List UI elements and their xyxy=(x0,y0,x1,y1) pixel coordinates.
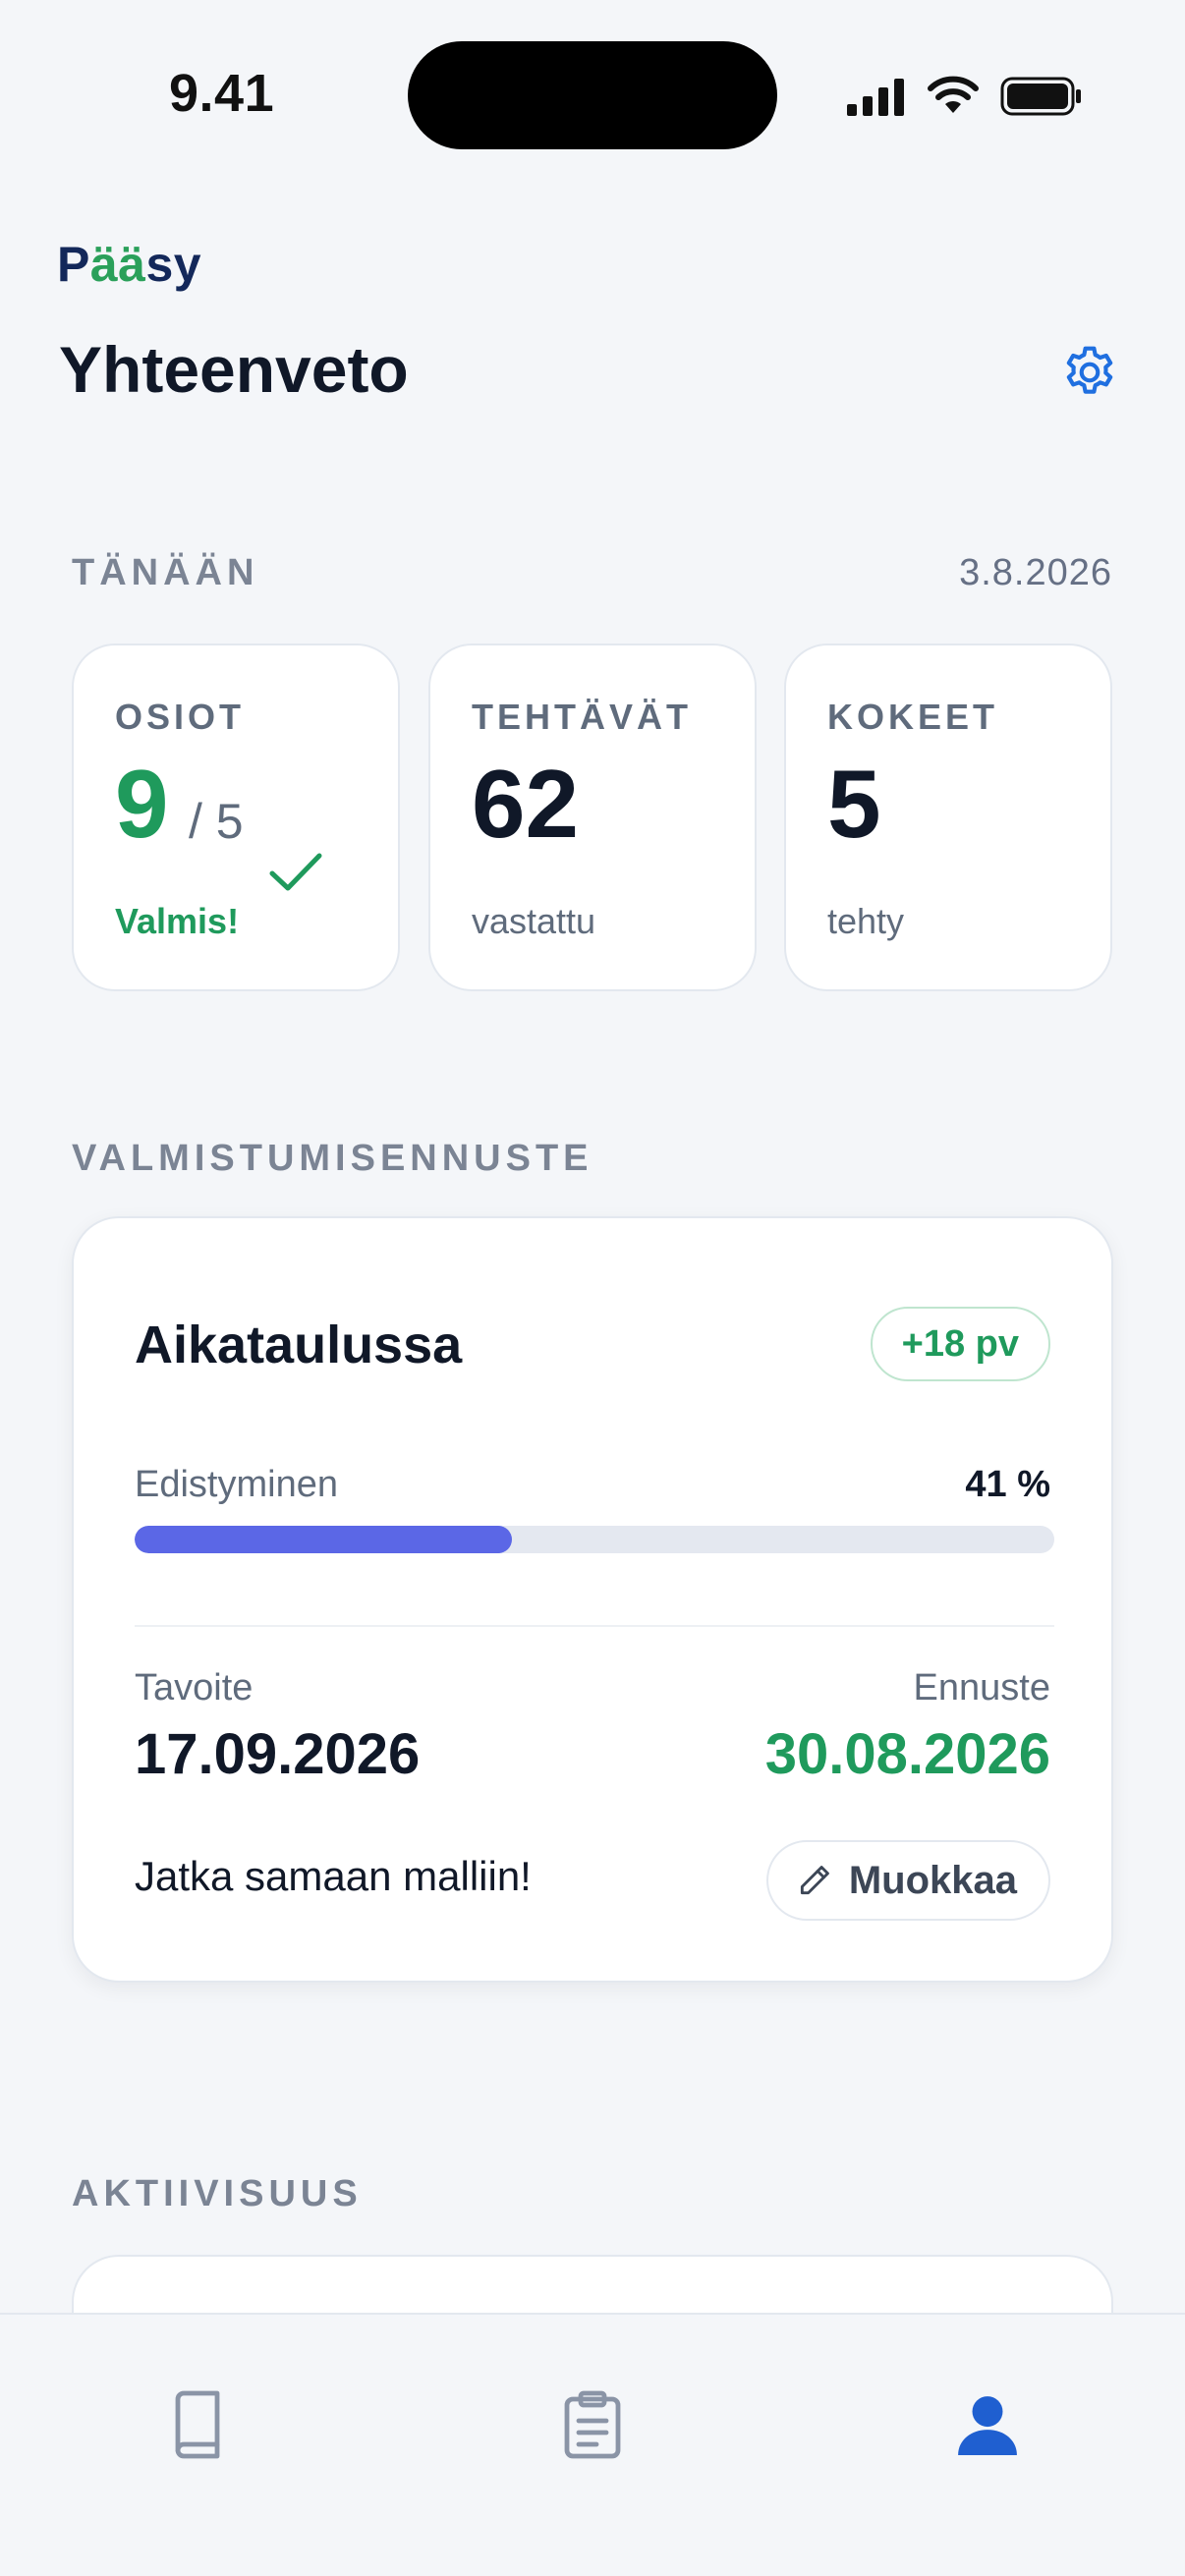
progress-value: 41 % xyxy=(965,1464,1050,1505)
section-label-activity: AKTIIVISUUS xyxy=(72,2173,363,2214)
stat-value: 62 xyxy=(472,750,580,858)
clipboard-icon xyxy=(564,2390,621,2459)
goal-label: Tavoite xyxy=(135,1667,254,1708)
tab-exams[interactable] xyxy=(534,2366,651,2484)
forecast-card: Aikataulussa +18 pv Edistyminen 41 % Tav… xyxy=(72,1216,1113,1983)
progress-bar-fill xyxy=(135,1526,512,1553)
today-date: 3.8.2026 xyxy=(959,552,1112,593)
forecast-date: 30.08.2026 xyxy=(764,1722,1050,1786)
screen: 9.41 Pääsy Yhteenveto TÄNÄÄN 3.8.2026 OS… xyxy=(0,0,1185,2576)
app-logo: Pääsy xyxy=(57,237,202,292)
stat-label: KOKEET xyxy=(827,697,999,737)
divider xyxy=(135,1625,1054,1627)
tab-profile[interactable] xyxy=(929,2366,1046,2484)
days-ahead-badge: +18 pv xyxy=(870,1307,1050,1381)
profile-icon xyxy=(958,2396,1017,2455)
section-label-forecast: VALMISTUMISENNUSTE xyxy=(72,1138,593,1179)
edit-button[interactable]: Muokkaa xyxy=(765,1840,1050,1921)
stat-sub: tehty xyxy=(827,901,905,941)
stat-card-exams[interactable]: KOKEET 5 tehty xyxy=(784,644,1112,991)
settings-gear-icon[interactable] xyxy=(1059,342,1120,403)
battery-icon xyxy=(1000,77,1081,116)
page-title: Yhteenveto xyxy=(59,333,409,406)
progress-label: Edistyminen xyxy=(135,1464,338,1505)
pencil-icon xyxy=(800,1866,829,1895)
stat-value: 5 xyxy=(827,750,881,858)
stat-label: TEHTÄVÄT xyxy=(472,697,692,737)
stat-sub: Valmis! xyxy=(115,901,240,941)
checkmark-icon xyxy=(269,853,322,891)
stat-card-sections[interactable]: OSIOT 9 / 5 Valmis! xyxy=(72,644,400,991)
status-time: 9.41 xyxy=(169,64,275,123)
stat-total: / 5 xyxy=(189,794,244,849)
tab-bar xyxy=(0,2313,1185,2576)
book-icon xyxy=(175,2390,220,2459)
stat-sub: vastattu xyxy=(472,901,596,941)
stat-card-tasks[interactable]: TEHTÄVÄT 62 vastattu xyxy=(428,644,757,991)
tab-study[interactable] xyxy=(139,2366,256,2484)
section-label-today: TÄNÄÄN xyxy=(72,552,259,593)
dynamic-island xyxy=(408,41,777,149)
signal-icon xyxy=(847,79,904,116)
edit-button-label: Muokkaa xyxy=(848,1858,1017,1902)
forecast-label: Ennuste xyxy=(913,1667,1050,1708)
goal-date: 17.09.2026 xyxy=(135,1722,421,1786)
stat-label: OSIOT xyxy=(115,697,246,737)
stat-value: 9 xyxy=(115,750,169,858)
progress-bar xyxy=(135,1526,1054,1553)
encouragement-text: Jatka samaan malliin! xyxy=(135,1853,532,1899)
forecast-title: Aikataulussa xyxy=(135,1316,463,1374)
status-icons xyxy=(845,67,1083,126)
wifi-icon xyxy=(928,76,979,113)
